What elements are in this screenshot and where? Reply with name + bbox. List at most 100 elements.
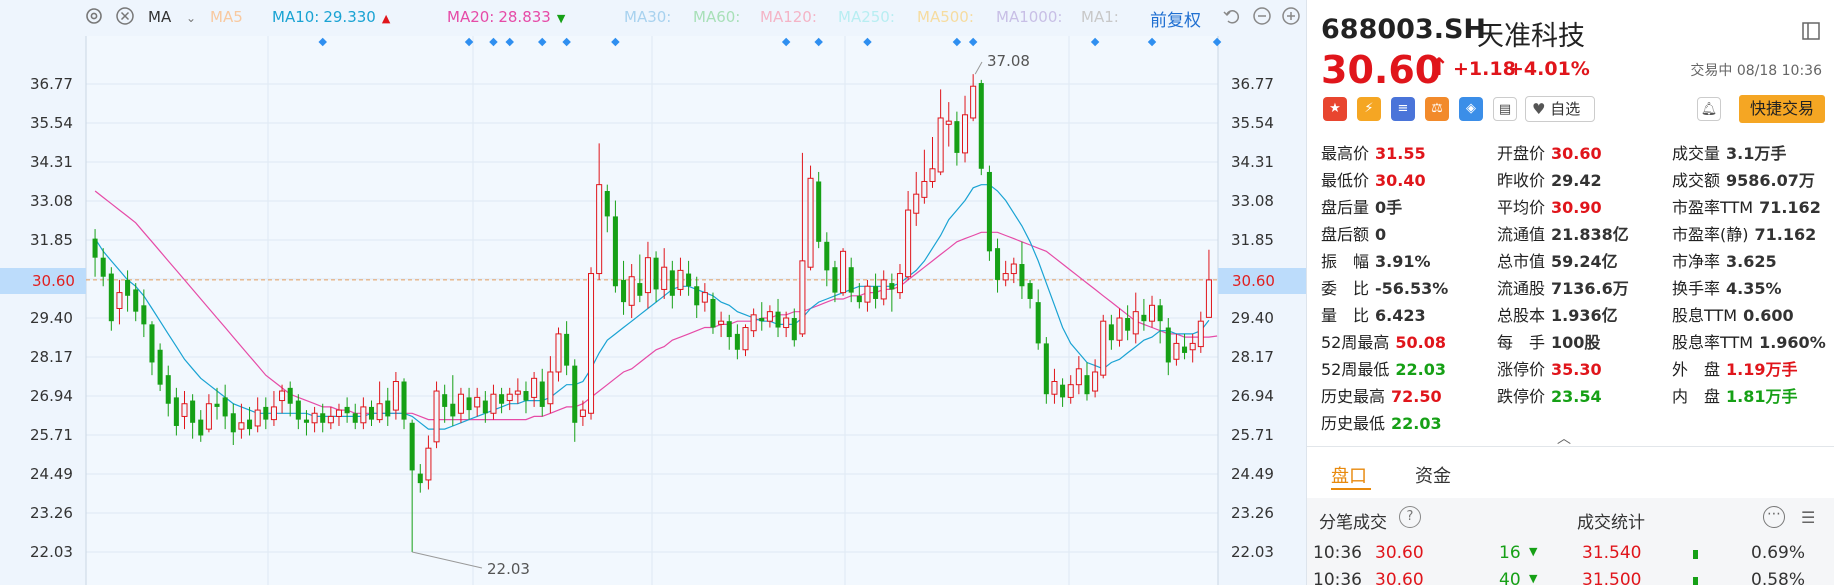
candle-body-up [547, 371, 554, 405]
candle-body-down [141, 305, 147, 325]
candle-body-up [506, 393, 513, 402]
stock-code: 688003.SH [1321, 14, 1487, 45]
trade-volume: 16 [1499, 543, 1521, 563]
settings-lines-icon[interactable]: ☰ [1801, 508, 1815, 527]
quote-field: 成交量 3.1万手 [1672, 140, 1786, 164]
ma-item[interactable]: MA1: [1081, 8, 1119, 26]
candle-body-up [335, 409, 342, 417]
stat-price: 31.500 [1582, 570, 1642, 585]
balance-icon[interactable]: ⚖ [1425, 97, 1449, 121]
last-price: 30.60 [1321, 48, 1442, 92]
ma-label: MA5 [210, 8, 243, 26]
ma-label: MA30: [624, 8, 672, 26]
quote-field: 市盈率TTM 71.162 [1672, 194, 1821, 218]
undo-icon[interactable] [1222, 6, 1242, 30]
candle-body-down [832, 267, 838, 293]
ma-item[interactable]: MA250: [838, 8, 895, 26]
ma-item[interactable]: MA60: [693, 8, 740, 26]
ma-item[interactable]: MA120: [760, 8, 817, 26]
trade-price: 30.60 [1375, 543, 1424, 563]
field-label: 市盈率TTM [1672, 198, 1754, 217]
more-icon[interactable]: ⋯ [1763, 506, 1785, 528]
y-tick-right: 36.77 [1231, 75, 1274, 93]
candle-body-down [344, 406, 350, 414]
ma-item[interactable]: MA500: [917, 8, 974, 26]
candle-body-down [133, 289, 139, 312]
trade-time: 10:36 [1313, 570, 1362, 585]
candle-body-up [644, 257, 651, 294]
current-price-left: 30.60 [32, 272, 75, 290]
field-label: 振 幅 [1321, 252, 1370, 271]
quote-field: 振 幅 3.91% [1321, 248, 1431, 272]
collapse-chevron-icon[interactable]: ︿ [1557, 428, 1571, 448]
field-value: 22.03 [1395, 360, 1446, 379]
field-label: 外 盘 [1672, 360, 1721, 379]
ma-indicator-bar: MA ⌄ MA5 MA10: 29.330 ▲ MA20: 28.833 ▼ MA30: MA6… [0, 0, 1306, 36]
field-label: 股息率TTM [1672, 333, 1754, 352]
tab-pankou[interactable]: 盘口 [1331, 462, 1367, 488]
ma-item[interactable]: MA1000: [996, 8, 1062, 26]
candle-body-up [205, 403, 212, 430]
add-watchlist-button[interactable]: ♥ 自选 [1525, 96, 1595, 122]
field-value: 0 [1375, 225, 1387, 244]
zoom-in-icon[interactable] [1281, 6, 1301, 30]
adjust-mode-button[interactable]: 前复权 [1150, 6, 1201, 31]
candle-body-up [1002, 273, 1009, 281]
candle-body-up [864, 285, 871, 303]
ma-item[interactable]: MA30: [624, 8, 671, 26]
field-label: 平均价 [1497, 198, 1546, 217]
stat-pct: 0.69% [1751, 543, 1806, 563]
candle-body-down [954, 121, 960, 153]
trade-price: 30.60 [1375, 570, 1424, 585]
help-icon[interactable]: ? [1399, 506, 1421, 528]
database-icon[interactable]: ≡ [1391, 97, 1415, 121]
notes-icon[interactable]: ▤ [1493, 97, 1517, 121]
candle-body-down [352, 413, 358, 423]
ma-item[interactable]: MA10: 29.330 ▲ [272, 8, 390, 26]
close-icon[interactable] [115, 6, 135, 30]
y-tick-right: 31.85 [1231, 231, 1274, 249]
quote-field: 内 盘 1.81万手 [1672, 383, 1798, 407]
kline-chart-panel[interactable]: MA ⌄ MA5 MA10: 29.330 ▲ MA20: 28.833 ▼ MA30: MA6… [0, 0, 1306, 585]
candle-body-up [433, 390, 440, 443]
flag-icon[interactable]: ★ [1323, 97, 1347, 121]
quote-field: 总市值 59.24亿 [1497, 248, 1618, 272]
bell-icon[interactable]: 🔔︎ [1697, 97, 1721, 121]
field-label: 股息TTM [1672, 306, 1738, 325]
ma-type-select[interactable]: MA ⌄ [148, 8, 196, 26]
candle-body-up [1149, 304, 1156, 322]
candle-body-up [360, 406, 367, 424]
tag-icon[interactable]: ◈ [1459, 97, 1483, 121]
candle-body-up [1173, 342, 1180, 360]
quote-field: 昨收价 29.42 [1497, 167, 1602, 191]
zoom-out-icon[interactable] [1252, 6, 1272, 30]
candle-body-down [450, 403, 456, 417]
candle-body-up [425, 447, 432, 481]
tab-zijin[interactable]: 资金 [1415, 462, 1451, 488]
candle-body-down [612, 216, 618, 287]
ma-label: MA20: [447, 8, 495, 26]
kline-chart[interactable] [0, 0, 1306, 585]
fast-trade-button[interactable]: 快捷交易 [1739, 95, 1825, 123]
current-price-tag-left: 30.60 [0, 268, 86, 294]
candle-body-up [807, 177, 814, 268]
panel-toggle-icon[interactable] [1802, 22, 1820, 44]
candle-body-up [1205, 279, 1212, 318]
candle-body-down [230, 413, 236, 433]
y-tick-left: 22.03 [30, 543, 73, 561]
candle-body-up [1132, 311, 1139, 335]
quote-field: 每 手 100股 [1497, 329, 1600, 353]
candle-body-up [1189, 342, 1196, 351]
lightning-icon[interactable]: ⚡ [1357, 97, 1381, 121]
up-arrow-icon: ↑ [1429, 53, 1450, 81]
field-value: 21.838亿 [1551, 225, 1629, 244]
period-high-label: 37.08 [987, 52, 1030, 70]
settings-icon[interactable] [84, 6, 104, 30]
quote-field: 开盘价 30.60 [1497, 140, 1602, 164]
y-tick-right: 26.94 [1231, 387, 1274, 405]
ma-item[interactable]: MA5 [210, 8, 243, 26]
candle-body-down [198, 419, 204, 436]
ma-item[interactable]: MA20: 28.833 ▼ [447, 8, 565, 26]
y-tick-right: 29.40 [1231, 309, 1274, 327]
quote-field: 量 比 6.423 [1321, 302, 1426, 326]
